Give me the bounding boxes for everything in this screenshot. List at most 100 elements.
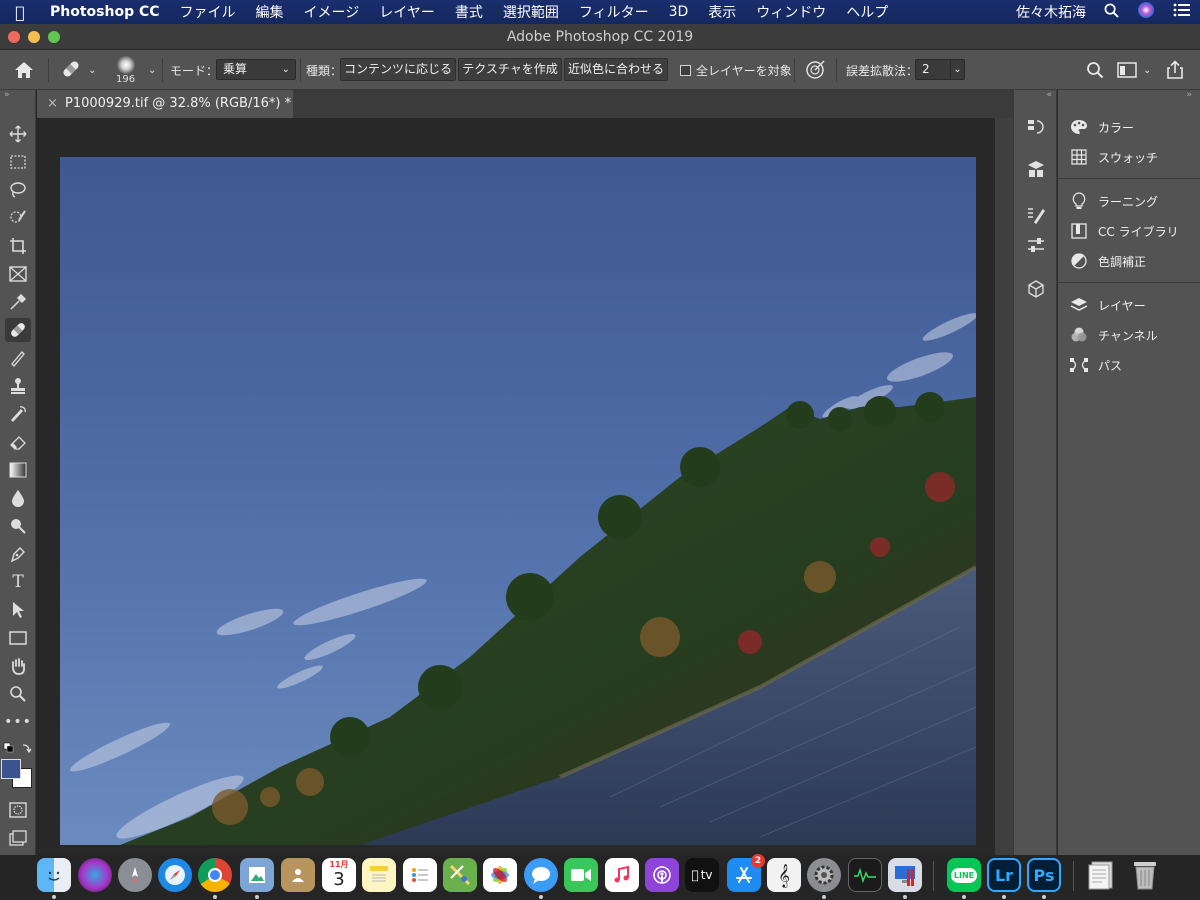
move-tool-icon[interactable] <box>5 122 31 146</box>
history-brush-tool-icon[interactable] <box>5 402 31 426</box>
3d-panel-icon[interactable] <box>1025 278 1047 300</box>
brush-settings-panel-icon[interactable] <box>1025 204 1047 226</box>
messages-icon[interactable] <box>524 858 558 892</box>
finder-icon[interactable] <box>37 858 71 892</box>
safari-icon[interactable] <box>158 858 192 892</box>
menu-help[interactable]: ヘルプ <box>836 2 898 22</box>
rectangle-tool-icon[interactable] <box>5 626 31 650</box>
siri-app-icon[interactable] <box>78 858 112 892</box>
foreground-color-swatch[interactable] <box>1 759 21 779</box>
menu-3d[interactable]: 3D <box>659 4 699 20</box>
photoshop-icon[interactable]: Ps <box>1027 858 1061 892</box>
crop-tool-icon[interactable] <box>5 234 31 258</box>
type-tool-icon[interactable]: T <box>5 570 31 594</box>
maps-icon[interactable] <box>443 858 477 892</box>
quick-mask-icon[interactable] <box>5 798 31 822</box>
pressure-size-icon[interactable] <box>804 50 826 90</box>
menu-filter[interactable]: フィルター <box>569 2 659 22</box>
app-store-icon[interactable]: 2 <box>727 854 765 892</box>
hand-tool-icon[interactable] <box>5 654 31 678</box>
collapse-panels-icon[interactable]: » <box>1186 90 1192 100</box>
menu-window[interactable]: ウィンドウ <box>746 2 836 22</box>
line-icon[interactable]: LINE <box>947 858 981 892</box>
apple-tv-icon[interactable]:  tv <box>685 858 719 892</box>
properties-panel-icon[interactable] <box>1025 158 1047 180</box>
zoom-tool-icon[interactable] <box>5 682 31 706</box>
clone-stamp-tool-icon[interactable] <box>5 374 31 398</box>
content-aware-button[interactable]: コンテンツに応じる <box>340 58 456 81</box>
lasso-tool-icon[interactable] <box>5 178 31 202</box>
menu-type[interactable]: 書式 <box>445 2 493 22</box>
path-selection-tool-icon[interactable] <box>5 598 31 622</box>
panel-cc-libraries[interactable]: CC ライブラリ <box>1068 220 1179 242</box>
brush-tool-icon[interactable] <box>5 346 31 370</box>
workspace-icon[interactable]: ⌄ <box>1117 50 1151 90</box>
menu-user-name[interactable]: 佐々木拓海 <box>1007 2 1095 22</box>
spot-healing-brush-tool-icon[interactable] <box>5 318 31 342</box>
siri-icon[interactable] <box>1128 1 1164 23</box>
activity-monitor-icon[interactable] <box>848 858 882 892</box>
dodge-tool-icon[interactable] <box>5 514 31 538</box>
minimize-window-icon[interactable] <box>28 31 40 43</box>
home-icon[interactable] <box>14 50 34 90</box>
trash-icon[interactable] <box>1128 858 1162 892</box>
menu-edit[interactable]: 編集 <box>246 2 294 22</box>
expand-panel-icon[interactable]: » <box>4 90 10 100</box>
launchpad-icon[interactable] <box>118 858 152 892</box>
panel-layers[interactable]: レイヤー <box>1068 294 1146 316</box>
menu-view[interactable]: 表示 <box>698 2 746 22</box>
mode-select[interactable]: 乗算 ⌄ <box>216 59 296 80</box>
canvas-scrollbar[interactable] <box>995 118 1013 855</box>
zoom-window-icon[interactable] <box>48 31 60 43</box>
lightroom-icon[interactable]: Lr <box>987 858 1021 892</box>
expand-panel-icon[interactable]: « <box>1046 90 1052 100</box>
menu-file[interactable]: ファイル <box>170 2 246 22</box>
tool-preset-picker[interactable]: ⌄ <box>60 50 96 90</box>
panel-learn[interactable]: ラーニング <box>1068 190 1158 212</box>
sheet-music-app-icon[interactable]: 𝄞 <box>767 858 801 892</box>
document-image[interactable] <box>60 157 976 845</box>
eyedropper-tool-icon[interactable] <box>5 290 31 314</box>
adjustments-sliders-icon[interactable] <box>1025 234 1047 256</box>
screen-mode-icon[interactable] <box>5 826 31 850</box>
brush-picker[interactable]: 196 <box>116 50 135 90</box>
music-icon[interactable] <box>605 858 639 892</box>
facetime-icon[interactable] <box>564 858 598 892</box>
notes-icon[interactable] <box>362 858 396 892</box>
close-window-icon[interactable] <box>8 31 20 43</box>
default-colors-icon[interactable] <box>3 742 33 756</box>
history-panel-icon[interactable] <box>1025 116 1047 138</box>
blur-tool-icon[interactable] <box>5 486 31 510</box>
apple-menu-icon[interactable]:  <box>0 3 40 22</box>
more-tools-icon[interactable]: ••• <box>4 710 31 734</box>
create-texture-button[interactable]: テクスチャを作成 <box>458 58 562 81</box>
chevron-down-icon[interactable]: ⌄ <box>148 50 156 90</box>
diffusion-select[interactable]: 2 ⌄ <box>915 59 965 80</box>
eraser-tool-icon[interactable] <box>5 430 31 454</box>
close-tab-icon[interactable]: × <box>47 90 58 118</box>
sample-all-layers-checkbox[interactable]: 全レイヤーを対象 <box>680 50 792 90</box>
contacts-icon[interactable] <box>281 858 315 892</box>
reminders-icon[interactable] <box>403 858 437 892</box>
document-tab[interactable]: × P1000929.tif @ 32.8% (RGB/16*) * <box>37 90 293 118</box>
menu-select[interactable]: 選択範囲 <box>493 2 569 22</box>
preview-icon[interactable] <box>240 858 274 892</box>
calendar-icon[interactable]: 11月 3 <box>322 858 356 892</box>
menu-image[interactable]: イメージ <box>294 2 370 22</box>
panel-swatches[interactable]: スウォッチ <box>1068 146 1158 168</box>
notification-center-icon[interactable] <box>1164 3 1200 21</box>
panel-color[interactable]: カラー <box>1068 116 1134 138</box>
chrome-icon[interactable] <box>198 858 232 892</box>
proximity-match-button[interactable]: 近似色に合わせる <box>564 58 668 81</box>
panel-adjustments[interactable]: 色調補正 <box>1068 250 1146 272</box>
podcasts-icon[interactable] <box>645 858 679 892</box>
gradient-tool-icon[interactable] <box>5 458 31 482</box>
documents-stack-icon[interactable] <box>1085 858 1119 892</box>
menu-app-name[interactable]: Photoshop CC <box>40 4 170 20</box>
system-preferences-icon[interactable] <box>807 858 841 892</box>
screen-sharing-icon[interactable] <box>888 858 922 892</box>
menu-layer[interactable]: レイヤー <box>369 2 445 22</box>
photos-icon[interactable] <box>483 858 517 892</box>
search-icon[interactable] <box>1086 50 1104 90</box>
canvas-area[interactable] <box>37 118 995 855</box>
